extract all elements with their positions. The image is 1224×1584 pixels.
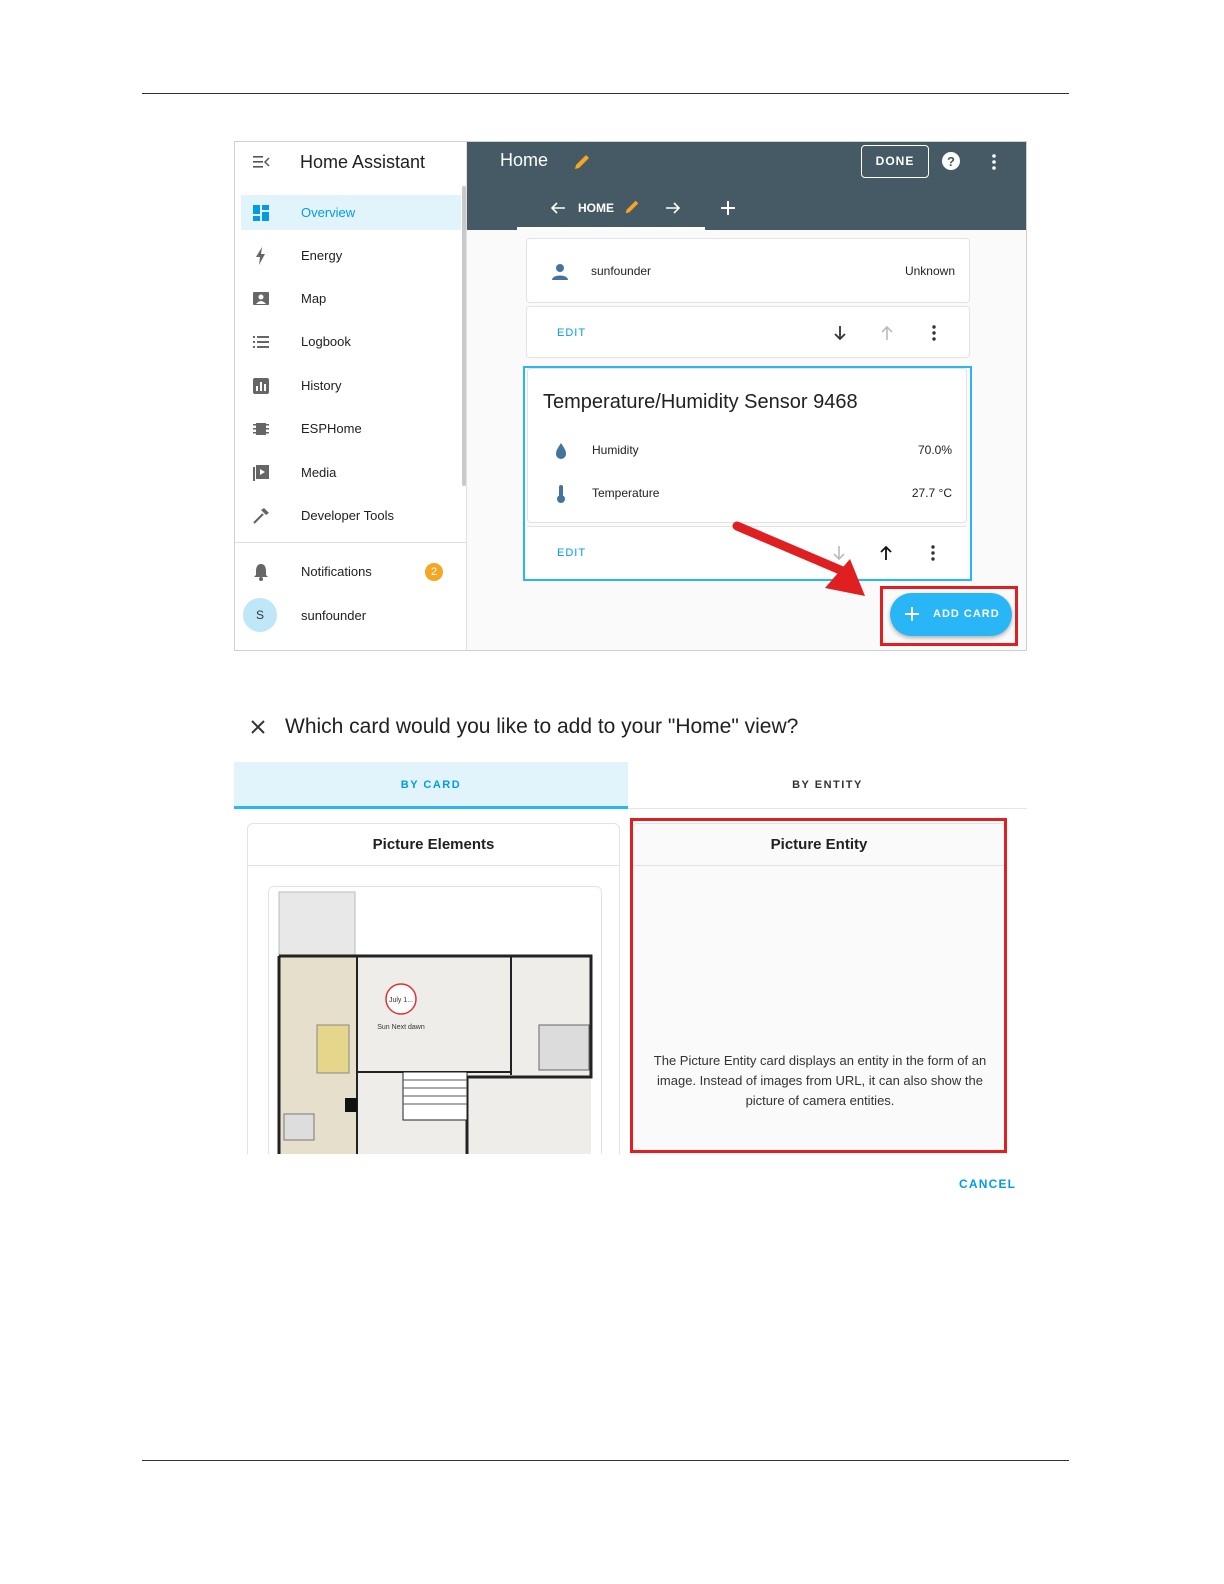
sidebar-item-label: Notifications: [301, 564, 372, 579]
svg-text:?: ?: [947, 154, 955, 169]
bolt-icon: [256, 247, 265, 265]
person-entity-card[interactable]: sunfounder Unknown: [526, 238, 970, 303]
bell-icon: [254, 564, 268, 581]
close-icon[interactable]: [249, 718, 267, 736]
hammer-icon: [253, 508, 269, 524]
tab-label: BY ENTITY: [792, 779, 863, 791]
tab-label: BY CARD: [400, 779, 462, 791]
more-vert-icon[interactable]: [989, 152, 999, 172]
sidebar-divider: [235, 542, 467, 543]
sidebar: Home Assistant Overview Energy Map Logbo…: [235, 142, 467, 650]
tab-by-entity[interactable]: BY ENTITY: [628, 762, 1027, 809]
more-vert-icon[interactable]: [928, 544, 938, 562]
sidebar-item-label: Energy: [301, 248, 343, 263]
entity-name: Humidity: [592, 443, 639, 457]
sidebar-scrollbar[interactable]: [462, 186, 466, 486]
sidebar-item-label: Media: [301, 465, 337, 480]
page-footer-rule: [142, 1460, 1069, 1461]
pencil-icon[interactable]: [572, 152, 592, 172]
sidebar-title: Home Assistant: [300, 152, 426, 172]
more-vert-icon[interactable]: [929, 324, 939, 342]
sidebar-item-label: sunfounder: [301, 608, 367, 623]
person-icon: [552, 264, 568, 280]
entity-state: 27.7 °C: [911, 486, 952, 500]
edit-button[interactable]: EDIT: [557, 547, 586, 559]
arrow-up-icon[interactable]: [878, 544, 894, 562]
menu-collapse-icon[interactable]: [252, 153, 270, 171]
sidebar-item-label: ESPHome: [301, 421, 362, 436]
dialog-title: Which card would you like to add to your…: [285, 715, 799, 738]
page-header-rule: [142, 93, 1069, 94]
active-tab-indicator: [517, 227, 705, 230]
sidebar-item-user[interactable]: S sunfounder: [241, 598, 461, 633]
done-button[interactable]: DONE: [861, 145, 929, 178]
pencil-icon[interactable]: [623, 198, 641, 216]
entity-state: 70.0%: [917, 443, 952, 457]
highlight-box: [880, 586, 1018, 646]
water-percent-icon: [556, 443, 566, 459]
sidebar-item-overview[interactable]: Overview: [241, 195, 461, 230]
tab-by-card[interactable]: BY CARD: [234, 762, 628, 809]
sidebar-item-label: Overview: [301, 205, 356, 220]
arrow-down-icon[interactable]: [832, 324, 848, 342]
sidebar-item-label: Developer Tools: [301, 508, 394, 523]
arrow-down-icon: [833, 546, 845, 561]
edit-button[interactable]: EDIT: [557, 327, 586, 339]
entity-name: sunfounder: [591, 264, 652, 278]
entity-name: Temperature: [592, 486, 660, 500]
floorplan-preview: July 1... Sun Next dawn: [268, 886, 602, 1154]
sidebar-item-label: Map: [301, 291, 327, 306]
cancel-button[interactable]: CANCEL: [959, 1177, 1016, 1191]
sidebar-item-history[interactable]: History: [241, 368, 461, 403]
arrow-up-icon: [881, 325, 893, 340]
card-edit-bar: EDIT: [526, 306, 970, 358]
thermometer-icon: [557, 485, 565, 503]
media-play-icon: [253, 465, 269, 481]
add-view-icon[interactable]: [719, 199, 737, 217]
overview-icon: [253, 205, 269, 221]
sidebar-item-developer-tools[interactable]: Developer Tools: [241, 498, 461, 533]
chip-icon: [253, 423, 269, 435]
sidebar-item-logbook[interactable]: Logbook: [241, 324, 461, 359]
sidebar-item-media[interactable]: Media: [241, 455, 461, 490]
sidebar-item-notifications[interactable]: Notifications 2: [241, 554, 461, 589]
avatar: S: [243, 598, 277, 632]
notification-count-badge: 2: [425, 563, 443, 581]
tab-home[interactable]: HOME: [578, 201, 614, 215]
sidebar-item-energy[interactable]: Energy: [241, 238, 461, 273]
entity-state: Unknown: [904, 264, 955, 278]
sidebar-header: Home Assistant: [235, 142, 467, 182]
dashboard-header: Home DONE ? HOME: [467, 142, 1026, 230]
floorplan-image: July 1... Sun Next dawn: [277, 891, 593, 1154]
logbook-icon: [253, 336, 269, 348]
help-icon[interactable]: ?: [941, 151, 961, 171]
sidebar-item-label: Logbook: [301, 334, 351, 349]
picture-elements-card[interactable]: Picture Elements July 1... Sun Next dawn: [247, 823, 620, 1154]
card-title: Temperature/Humidity Sensor 9468: [543, 391, 858, 413]
floorplan-label: July 1...: [389, 997, 413, 1004]
sensor-entities-card[interactable]: Temperature/Humidity Sensor 9468 Humidit…: [527, 368, 967, 523]
card-title: Picture Elements: [372, 836, 495, 853]
sidebar-item-map[interactable]: Map: [241, 281, 461, 316]
history-chart-icon: [253, 378, 269, 394]
card-divider: [248, 865, 619, 866]
card-edit-bar: EDIT: [527, 526, 967, 578]
floorplan-sublabel: Sun Next dawn: [377, 1024, 425, 1031]
highlight-box: [630, 818, 1007, 1153]
dashboard-edit-screenshot: Home Assistant Overview Energy Map Logbo…: [234, 141, 1027, 651]
sidebar-item-label: History: [301, 378, 342, 393]
map-icon: [253, 292, 269, 305]
arrow-right-icon[interactable]: [664, 200, 682, 216]
page-title: Home: [500, 150, 549, 170]
arrow-left-icon[interactable]: [549, 200, 567, 216]
sidebar-item-esphome[interactable]: ESPHome: [241, 411, 461, 446]
